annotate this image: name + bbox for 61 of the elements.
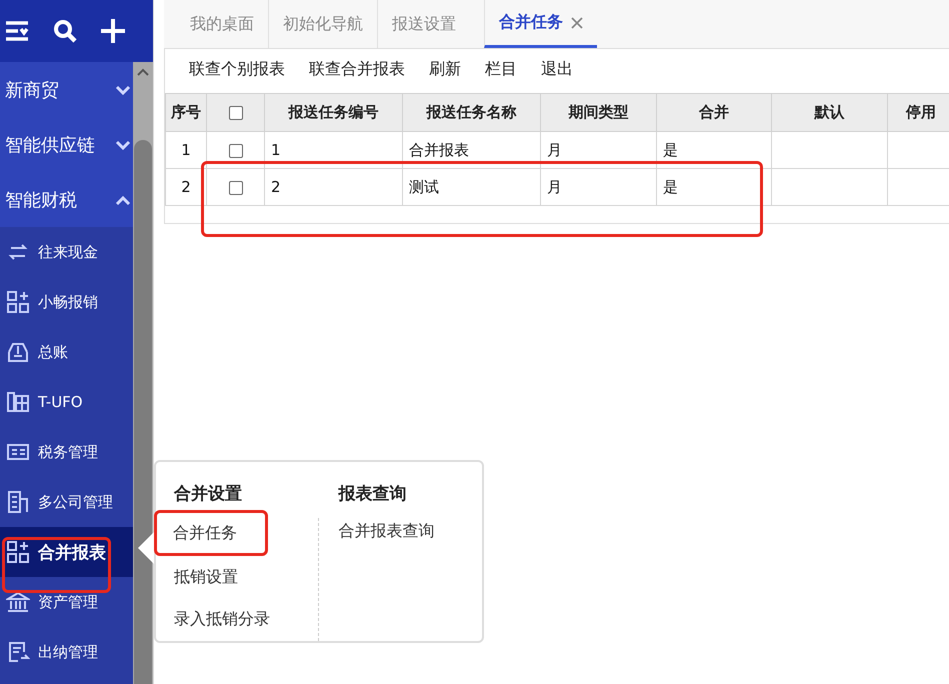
sidebar-item[interactable]: 出纳管理	[0, 627, 133, 677]
toolbar-button[interactable]: 栏目	[475, 54, 527, 84]
sidebar-section[interactable]: 智能供应链	[0, 117, 133, 172]
toolbar-button[interactable]: 联查合并报表	[299, 54, 415, 84]
building-icon	[6, 490, 30, 514]
search-icon[interactable]	[53, 19, 77, 43]
table-cell: 月	[540, 168, 656, 206]
grid-plus-icon	[6, 290, 30, 314]
menu-item[interactable]: 抵销设置	[174, 556, 318, 598]
tab[interactable]: 合并任务	[484, 0, 597, 48]
column-header: 合并	[656, 94, 772, 132]
scrollbar[interactable]	[133, 62, 153, 684]
sidebar-item[interactable]: 总账	[0, 327, 133, 377]
grid-plus-icon	[6, 540, 30, 564]
chevron-up-icon[interactable]	[137, 68, 149, 76]
sidebar-item[interactable]: 往来现金	[0, 227, 133, 277]
column-header: 停用	[888, 94, 949, 132]
table-cell: 测试	[402, 168, 540, 206]
document-arrow-icon	[6, 640, 30, 664]
tray-icon	[6, 340, 30, 364]
sidebar-section[interactable]: 新商贸	[0, 62, 133, 117]
column-header: 默认	[772, 94, 888, 132]
table-cell: 月	[540, 132, 656, 168]
menu-item[interactable]: 合并任务	[154, 510, 268, 556]
row-checkbox[interactable]	[206, 132, 264, 168]
toolbar-button[interactable]: 退出	[531, 54, 583, 84]
bank-icon	[6, 590, 30, 614]
column-header: 序号	[166, 94, 206, 132]
sidebar-item[interactable]: 合并报表	[0, 527, 133, 577]
menu-group-title: 报表查询	[338, 483, 408, 506]
toolbar-button[interactable]: 联查个别报表	[179, 54, 295, 84]
table-cell: 2	[264, 168, 402, 206]
sidebar-item[interactable]: 税务管理	[0, 427, 133, 477]
table-cell: 1	[264, 132, 402, 168]
toolbar-button[interactable]: 刷新	[419, 54, 471, 84]
table-cell: 2	[166, 168, 206, 206]
menu-icon[interactable]	[4, 20, 30, 42]
chevron-down-icon	[115, 140, 131, 150]
close-icon[interactable]	[571, 16, 583, 28]
table-cell: 1	[166, 132, 206, 168]
menu-item[interactable]: 合并报表查询	[338, 510, 482, 552]
chevron-down-icon	[115, 84, 131, 94]
table-cell: 合并报表	[402, 132, 540, 168]
sidebar-section[interactable]: 智能财税	[0, 172, 133, 227]
add-icon[interactable]	[100, 18, 126, 44]
chevron-up-icon	[115, 194, 131, 204]
table-cell: 是	[656, 168, 772, 206]
row-checkbox[interactable]	[206, 168, 264, 206]
column-header: 期间类型	[540, 94, 656, 132]
sidebar-item[interactable]: T-UFO	[0, 377, 133, 427]
select-all-checkbox[interactable]	[206, 94, 264, 132]
table-cell: 是	[656, 132, 772, 168]
scroll-thumb[interactable]	[134, 140, 152, 684]
sidebar-item[interactable]: 资产管理	[0, 577, 133, 627]
column-header: 报送任务编号	[264, 94, 402, 132]
panel-icon	[6, 390, 30, 414]
sidebar-item[interactable]: 小畅报销	[0, 277, 133, 327]
menu-item[interactable]: 录入抵销分录	[174, 598, 318, 640]
menu-group-title: 合并设置	[174, 483, 243, 506]
sidebar-item[interactable]: 多公司管理	[0, 477, 133, 527]
column-header: 报送任务名称	[402, 94, 540, 132]
